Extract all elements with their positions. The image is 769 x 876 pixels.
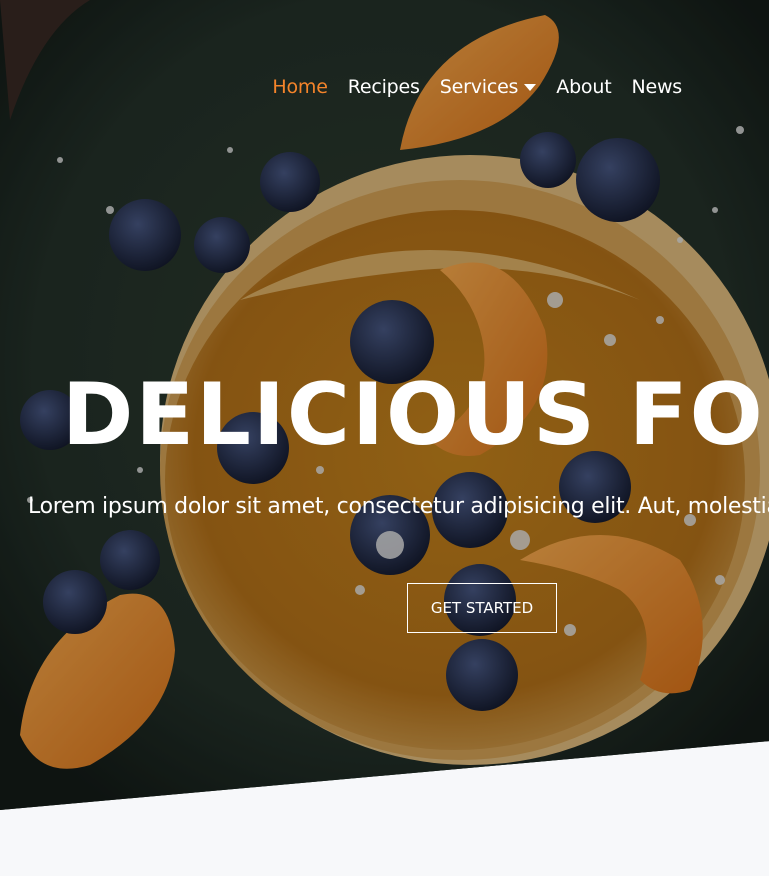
get-started-button[interactable]: GET STARTED	[407, 583, 557, 633]
main-nav: Home Recipes Services About News	[272, 76, 682, 98]
hero-title: DELICIOUS FOOD	[62, 365, 769, 465]
nav-services[interactable]: Services	[440, 76, 537, 98]
chevron-down-icon	[524, 83, 537, 91]
nav-services-label: Services	[439, 76, 519, 98]
nav-recipes[interactable]: Recipes	[348, 76, 420, 98]
hero-subtitle: Lorem ipsum dolor sit amet, consectetur …	[28, 494, 769, 519]
nav-news[interactable]: News	[631, 76, 682, 98]
hero-section: Home Recipes Services About News DELICIO…	[0, 0, 769, 810]
nav-about[interactable]: About	[556, 76, 611, 98]
nav-home[interactable]: Home	[272, 76, 328, 98]
